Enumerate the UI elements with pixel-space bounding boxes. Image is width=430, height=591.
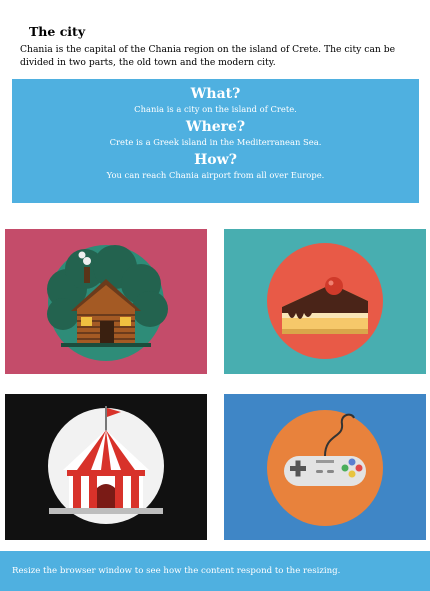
how-heading: How?: [194, 152, 237, 168]
image-tile-cabin: [5, 229, 207, 374]
image-tile-circus: [5, 394, 207, 540]
cake-slice-icon: [267, 243, 383, 359]
how-text: You can reach Chania airport from all ov…: [106, 170, 325, 180]
where-text: Crete is a Greek island in the Mediterra…: [109, 137, 322, 147]
image-tile-gamepad: [224, 394, 426, 540]
footer-text: Resize the browser window to see how the…: [12, 566, 341, 576]
footer-bar: Resize the browser window to see how the…: [0, 551, 430, 591]
where-heading: Where?: [185, 119, 246, 135]
log-cabin-icon: [47, 245, 168, 361]
what-text: Chania is a city on the island of Crete.: [134, 104, 297, 114]
circus-tent-icon: [48, 406, 164, 524]
info-panel: What? Chania is a city on the island of …: [12, 79, 419, 203]
intro-paragraph: Chania is the capital of the Chania regi…: [20, 44, 396, 68]
gamepad-icon: [267, 410, 383, 526]
page-title: The city: [29, 24, 86, 39]
image-tile-cake: [224, 229, 426, 374]
what-heading: What?: [190, 86, 241, 102]
